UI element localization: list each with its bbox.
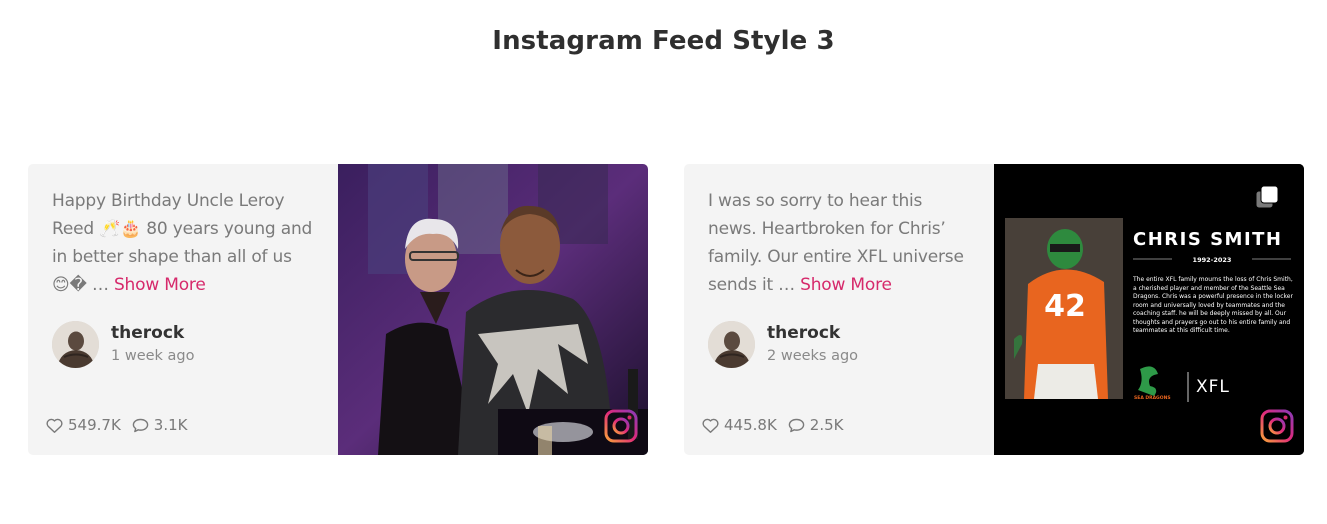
instagram-post-card[interactable]: Happy Birthday Uncle Leroy Reed 🥂🎂 80 ye…: [28, 164, 648, 455]
avatar[interactable]: [708, 321, 755, 368]
instagram-post-card[interactable]: I was so sorry to hear this news. Heartb…: [684, 164, 1304, 455]
username[interactable]: therock: [111, 323, 184, 343]
post-author: therock 1 week ago: [52, 321, 322, 369]
image-name: CHRIS SMITH: [1133, 229, 1282, 250]
likes-stat: 445.8K: [702, 416, 777, 434]
image-years: 1992-2023: [1193, 256, 1232, 264]
post-stats: 549.7K 3.1K: [46, 415, 198, 435]
image-body-text: The entire XFL family mourns the loss of…: [1133, 276, 1293, 334]
likes-stat: 549.7K: [46, 416, 121, 434]
team-name: SEA DRAGONS: [1134, 395, 1171, 401]
likes-count: 445.8K: [724, 416, 777, 434]
post-caption: Happy Birthday Uncle Leroy Reed 🥂🎂 80 ye…: [52, 187, 314, 299]
post-image[interactable]: [338, 164, 648, 455]
post-author: therock 2 weeks ago: [708, 321, 978, 369]
jersey-number: 42: [1044, 289, 1086, 324]
comments-stat: 2.5K: [788, 416, 844, 434]
post-body: Happy Birthday Uncle Leroy Reed 🥂🎂 80 ye…: [28, 164, 338, 455]
post-time: 1 week ago: [111, 348, 195, 364]
show-more-link[interactable]: Show More: [800, 275, 892, 295]
comments-count: 2.5K: [809, 416, 844, 434]
instagram-icon[interactable]: [1260, 409, 1294, 443]
post-caption: I was so sorry to hear this news. Heartb…: [708, 187, 970, 299]
heart-icon: [702, 418, 719, 433]
comments-stat: 3.1K: [132, 416, 188, 434]
comment-icon: [132, 418, 149, 432]
league-logo-text: XFL: [1196, 377, 1230, 397]
heart-icon: [46, 418, 63, 433]
show-more-link[interactable]: Show More: [114, 275, 206, 295]
avatar[interactable]: [52, 321, 99, 368]
instagram-icon[interactable]: [604, 409, 638, 443]
post-body: I was so sorry to hear this news. Heartb…: [684, 164, 994, 455]
post-time: 2 weeks ago: [767, 348, 859, 364]
post-stats: 445.8K 2.5K: [702, 415, 854, 435]
multiple-images-icon: [1255, 185, 1279, 209]
comment-icon: [788, 418, 805, 432]
post-image[interactable]: 42 CHRIS SMITH 1992-2023 The entire XFL …: [994, 164, 1304, 455]
comments-count: 3.1K: [153, 416, 188, 434]
username[interactable]: therock: [767, 323, 840, 343]
likes-count: 549.7K: [68, 416, 121, 434]
page-title: Instagram Feed Style 3: [492, 26, 835, 56]
